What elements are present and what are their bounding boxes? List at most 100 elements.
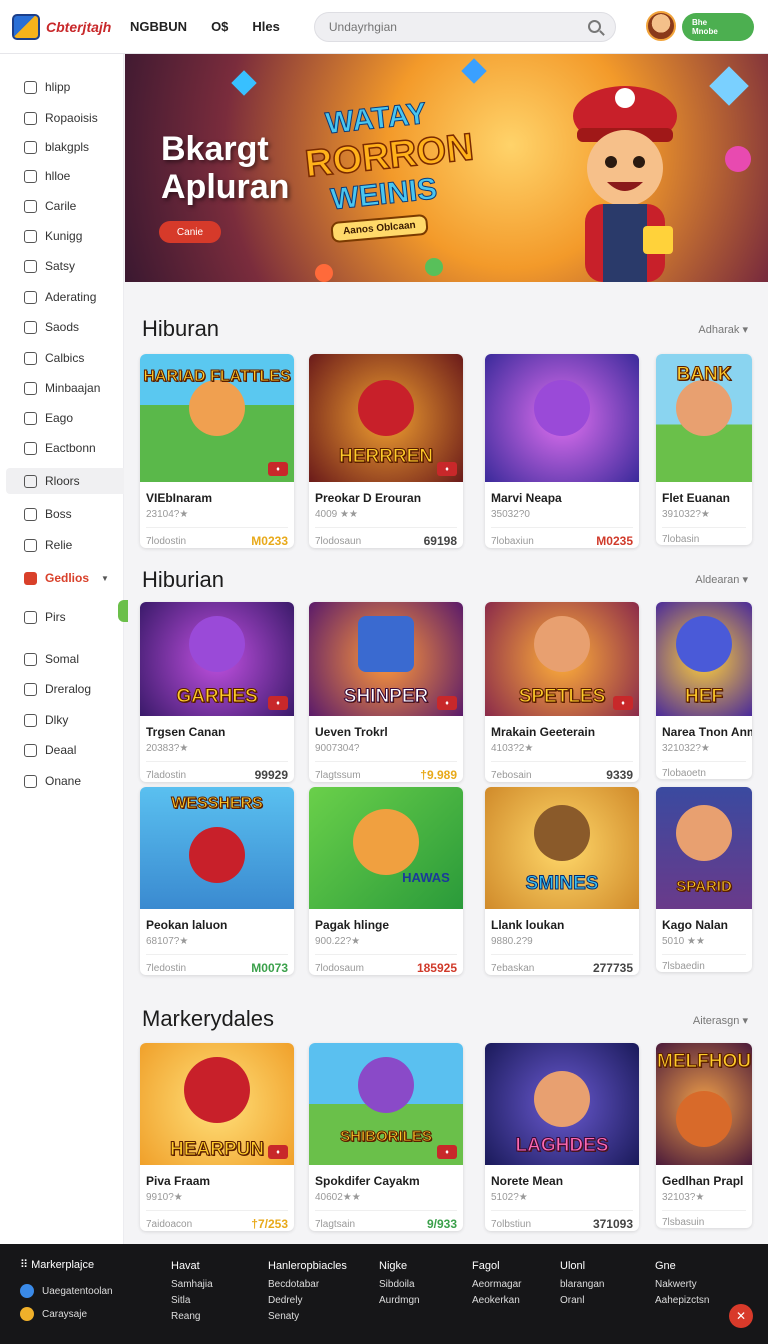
game-card[interactable]: SHIBORILES ♦ Spokdifer Cayakm 40602★★ 7l… <box>309 1043 463 1231</box>
game-card[interactable]: SPETLES ♦ Mrakain Geeterain 4103?2★ 7ebo… <box>485 602 639 782</box>
sidebar-item-14[interactable]: Boss <box>6 501 124 527</box>
game-card[interactable]: SPARID Kago Nalan 5010 ★★ 7lsbaedin <box>656 787 752 972</box>
game-card-art: GARHES ♦ <box>140 602 294 716</box>
footer-brand[interactable]: ⠿ Markerplajce <box>20 1258 94 1271</box>
game-card-publisher: 7lsbaedin <box>662 961 705 972</box>
section-more-3[interactable]: Aiterasgn ▾ <box>693 1014 748 1027</box>
game-card[interactable]: SHINPER ♦ Ueven Trokrl 9007304? 7lagtssu… <box>309 602 463 782</box>
sidebar-item-10[interactable]: Minbaajan <box>6 375 124 401</box>
footer-link[interactable]: Sibdoila <box>379 1277 420 1293</box>
character-figure <box>184 1057 250 1123</box>
character-figure <box>189 827 245 883</box>
game-card-publisher: 7lagtsain <box>315 1218 356 1230</box>
sidebar-item-4[interactable]: Carile <box>6 193 124 219</box>
sidebar-item-5[interactable]: Kunigg <box>6 223 124 249</box>
sidebar-item-1[interactable]: Ropaoisis <box>6 105 124 131</box>
sidebar-item-label: Onane <box>45 774 82 788</box>
sidebar-item-16[interactable]: Gedlios ▼ <box>6 565 124 591</box>
sidebar-item-22[interactable]: Onane <box>6 768 124 794</box>
game-card[interactable]: HERRREN ♦ Preokar D Erouran 4009 ★★ 7lod… <box>309 354 463 548</box>
game-card[interactable]: Marvi Neapa 35032?0 7lobaxiun M0235 <box>485 354 639 548</box>
game-card-name: Spokdifer Cayakm <box>315 1174 420 1188</box>
sidebar-item-6[interactable]: Satsy <box>6 253 124 279</box>
close-fab-button[interactable]: ✕ <box>729 1304 753 1328</box>
footer-link[interactable]: Nakwerty <box>655 1277 709 1293</box>
sidebar-item-20[interactable]: Dlky <box>6 707 124 733</box>
game-card-footer: 7ladostin 99929 <box>146 761 288 782</box>
footer-link[interactable]: Oranl <box>560 1293 604 1309</box>
game-card[interactable]: BANK Flet Euanan 391032?★ 7lobasin <box>656 354 752 545</box>
sidebar-icon <box>24 229 37 243</box>
sidebar-item-2[interactable]: blakgpls <box>6 134 124 160</box>
sidebar-item-13[interactable]: Rloors <box>6 468 124 494</box>
game-card[interactable]: HARIAD FLATTLES ♦ VIEbInaram 23104?★ 7lo… <box>140 354 294 548</box>
user-badge[interactable]: Bhe Mnobe <box>682 13 754 41</box>
footer-link[interactable]: Aeormagar <box>472 1277 521 1293</box>
game-card[interactable]: HEARPUN ♦ Piva Fraam 9910?★ 7aidoacon †7/… <box>140 1043 294 1231</box>
game-card-publisher: 7lobasin <box>662 534 700 545</box>
game-card-publisher: 7olbstiun <box>491 1218 532 1230</box>
hero-cta-button[interactable]: Canie <box>159 221 221 243</box>
footer-link[interactable]: Samhajia <box>171 1277 213 1293</box>
game-card-price: 9339 <box>606 768 633 782</box>
sidebar-item-19[interactable]: Dreralog <box>6 676 124 702</box>
footer-link[interactable]: Reang <box>171 1309 213 1325</box>
sidebar-item-17[interactable]: Pirs <box>6 604 124 630</box>
game-card-art: SHIBORILES ♦ <box>309 1043 463 1165</box>
sidebar-icon <box>24 290 37 304</box>
game-card[interactable]: HEF Narea Tnon Anm 321032?★ 7lobaoetn <box>656 602 752 779</box>
footer-link[interactable]: Sitla <box>171 1293 213 1309</box>
sidebar-item-8[interactable]: Saods <box>6 314 124 340</box>
game-card[interactable]: MELFHOU Gedlhan Prapl 32103?★ 7lsbasuin <box>656 1043 752 1228</box>
game-card[interactable]: HAWAS Pagak hlinge 900.22?★ 7lodosaum 185… <box>309 787 463 975</box>
nav-link-3[interactable]: Hles <box>252 19 279 34</box>
sidebar-item-label: Eactbonn <box>45 441 96 455</box>
nav-link-1[interactable]: NGBBUN <box>130 19 187 34</box>
footer-link[interactable]: Dedrely <box>268 1293 347 1309</box>
game-card-art: SPARID <box>656 787 752 909</box>
game-card-meta: 5102?★ <box>491 1192 528 1203</box>
sidebar-collapse-handle[interactable] <box>118 600 128 622</box>
game-card[interactable]: WESSHERS Peokan laluon 68107?★ 7ledostin… <box>140 787 294 975</box>
section-more-1[interactable]: Adharak ▾ <box>698 323 748 336</box>
footer-link[interactable]: blarangan <box>560 1277 604 1293</box>
card-tag-badge: ♦ <box>437 696 457 710</box>
game-card-publisher: 7ebaskan <box>491 962 535 974</box>
sidebar-item-9[interactable]: Calbics <box>6 345 124 371</box>
hero-title: Bkargt Apluran <box>161 130 289 206</box>
footer-link[interactable]: Senaty <box>268 1309 347 1325</box>
sidebar-item-0[interactable]: hlipp <box>6 74 124 100</box>
game-card[interactable]: SMINES Llank loukan 9880.2?9 7ebaskan 277… <box>485 787 639 975</box>
sidebar-item-11[interactable]: Eago <box>6 405 124 431</box>
game-card[interactable]: GARHES ♦ Trgsen Canan 20383?★ 7ladostin 9… <box>140 602 294 782</box>
footer-brand-link-2[interactable]: Caraysaje <box>20 1307 87 1321</box>
game-card[interactable]: LAGHDES Norete Mean 5102?★ 7olbstiun 3710… <box>485 1043 639 1231</box>
sidebar-item-15[interactable]: Relie <box>6 532 124 558</box>
footer-link[interactable]: Aeokerkan <box>472 1293 521 1309</box>
sidebar-item-18[interactable]: Somal <box>6 646 124 672</box>
section-more-2[interactable]: Aldearan ▾ <box>695 573 748 586</box>
game-card-name: Narea Tnon Anm <box>662 725 752 739</box>
search-bar[interactable] <box>313 11 616 42</box>
game-card-art: MELFHOU <box>656 1043 752 1165</box>
footer-link[interactable]: Aahepizctsn <box>655 1293 709 1309</box>
sidebar-item-12[interactable]: Eactbonn <box>6 435 124 461</box>
footer-link[interactable]: Becdotabar <box>268 1277 347 1293</box>
chest-figure <box>358 616 414 672</box>
sidebar-item-21[interactable]: Deaal <box>6 737 124 763</box>
sidebar-item-3[interactable]: hlloe <box>6 163 124 189</box>
footer-link[interactable]: Aurdmgn <box>379 1293 420 1309</box>
character-figure <box>189 616 245 672</box>
game-card-art: HERRREN ♦ <box>309 354 463 482</box>
sidebar-item-7[interactable]: Aderating <box>6 284 124 310</box>
sidebar-item-label: Kunigg <box>45 229 83 243</box>
footer-col-heading: Havat <box>171 1260 200 1272</box>
game-card-footer: 7lodosaun 69198 <box>315 527 457 548</box>
search-icon[interactable] <box>587 20 601 33</box>
hero-banner[interactable]: Bkargt Apluran Canie WATAY RORRON WEINIS… <box>125 54 768 282</box>
user-avatar[interactable] <box>646 11 676 41</box>
search-input[interactable] <box>328 19 588 34</box>
footer-brand-link-1[interactable]: Uaegatentoolan <box>20 1284 113 1298</box>
app-logo[interactable]: Cbterjtajh <box>12 13 130 40</box>
nav-link-2[interactable]: O$ <box>211 19 228 34</box>
